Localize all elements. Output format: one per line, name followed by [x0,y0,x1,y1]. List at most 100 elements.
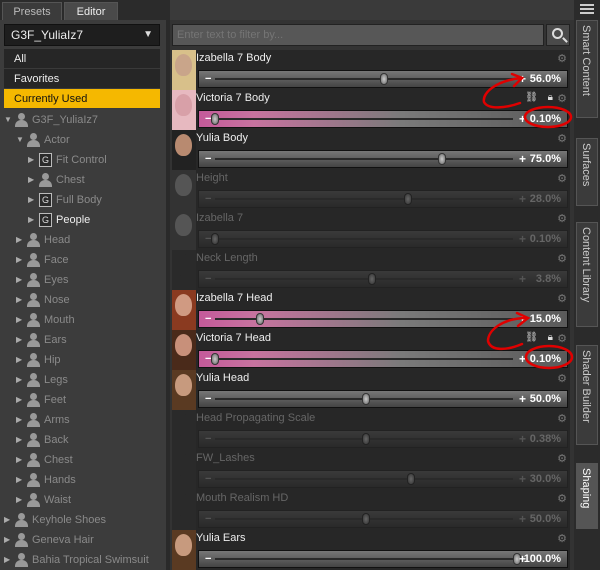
increment-button[interactable]: + [519,352,526,366]
chevron-right-icon[interactable]: ▶ [16,450,26,470]
decrement-button[interactable]: − [205,73,211,85]
tree-item[interactable]: ▶ Chest [0,170,166,190]
gear-icon[interactable]: ⚙ [557,492,567,505]
property-slider[interactable]: − +15.0% [198,310,568,328]
figure-selector[interactable]: G3F_YuliaIz7 ▼ [4,24,160,46]
increment-button[interactable]: + [519,312,526,326]
increment-button[interactable]: + [519,112,526,126]
property-slider[interactable]: − +100.0% [198,550,568,568]
gear-icon[interactable]: ⚙ [557,172,567,185]
property-slider[interactable]: − +0.10% [198,110,568,128]
tree-item[interactable]: ▶ Keyhole Shoes [0,510,166,530]
slider-knob[interactable] [380,73,389,85]
chevron-right-icon[interactable]: ▶ [16,290,26,310]
chevron-right-icon[interactable]: ▶ [16,410,26,430]
property-value[interactable]: 0.10% [530,233,561,245]
slider-knob[interactable] [407,473,416,485]
tree-item[interactable]: ▶ Hands [0,470,166,490]
filter-search-input[interactable] [172,24,544,46]
chevron-right-icon[interactable]: ▶ [28,210,38,230]
gear-icon[interactable]: ⚙ [557,452,567,465]
chevron-right-icon[interactable]: ▶ [16,250,26,270]
decrement-button[interactable]: − [205,153,211,165]
property-value[interactable]: 3.8% [536,273,561,285]
property-slider[interactable]: − +0.10% [198,350,568,368]
slider-knob[interactable] [211,113,219,125]
slider-knob[interactable] [256,313,265,325]
property-value[interactable]: 75.0% [530,153,561,165]
increment-button[interactable]: + [519,512,526,526]
tree-item[interactable]: ▶ Feet [0,390,166,410]
chevron-right-icon[interactable]: ▶ [28,190,38,210]
chevron-right-icon[interactable]: ▶ [16,470,26,490]
chevron-down-icon[interactable]: ▼ [16,130,26,150]
increment-button[interactable]: + [519,232,526,246]
increment-button[interactable]: + [519,192,526,206]
tree-item[interactable]: ▶ Legs [0,370,166,390]
slider-knob[interactable] [404,193,413,205]
tab-presets[interactable]: Presets [2,2,62,20]
filter-currently-used[interactable]: Currently Used [4,89,160,109]
property-value[interactable]: 0.38% [530,433,561,445]
slider-knob[interactable] [362,393,370,405]
increment-button[interactable]: + [519,72,526,86]
tree-item[interactable]: ▶ Arms [0,410,166,430]
tab-content-library[interactable]: Content Library [576,222,598,327]
property-slider[interactable]: − +28.0% [198,190,568,208]
slider-track[interactable] [215,78,513,80]
decrement-button[interactable]: − [205,393,211,405]
slider-knob[interactable] [211,233,219,245]
decrement-button[interactable]: − [205,313,211,325]
tab-surfaces[interactable]: Surfaces [576,138,598,206]
gear-icon[interactable]: ⚙ [557,332,567,345]
link-icon[interactable]: ⛓ [525,332,538,343]
tree-item[interactable]: ▼ G3F_YuliaIz7 [0,110,166,130]
tree-item[interactable]: ▶ Mouth [0,310,166,330]
chevron-down-icon[interactable]: ▼ [4,110,14,130]
slider-track[interactable] [215,558,513,560]
slider-track[interactable] [215,238,513,240]
tree-item[interactable]: ▶ G People [0,210,166,230]
decrement-button[interactable]: − [205,273,211,285]
tree-item[interactable]: ▶ Face [0,250,166,270]
slider-knob[interactable] [368,273,377,285]
filter-favorites[interactable]: Favorites [4,69,160,89]
search-button[interactable] [546,24,570,46]
property-slider[interactable]: − +30.0% [198,470,568,488]
chevron-right-icon[interactable]: ▶ [28,170,38,190]
increment-button[interactable]: + [519,392,526,406]
property-slider[interactable]: − +75.0% [198,150,568,168]
increment-button[interactable]: + [519,272,526,286]
gear-icon[interactable]: ⚙ [557,292,567,305]
menu-icon[interactable] [576,2,598,16]
decrement-button[interactable]: − [205,193,211,205]
tree-item[interactable]: ▶ Geneva Hair [0,530,166,550]
property-value[interactable]: 15.0% [530,313,561,325]
property-value[interactable]: 50.0% [530,393,561,405]
slider-track[interactable] [215,198,513,200]
slider-track[interactable] [215,478,513,480]
tree-item[interactable]: ▶ Nose [0,290,166,310]
gear-icon[interactable]: ⚙ [557,372,567,385]
decrement-button[interactable]: − [205,513,211,525]
tab-shader-builder[interactable]: Shader Builder [576,345,598,445]
tab-editor[interactable]: Editor [64,2,118,20]
property-value[interactable]: 56.0% [530,73,561,85]
property-slider[interactable]: − +50.0% [198,390,568,408]
tree-item[interactable]: ▶ Ears [0,330,166,350]
chevron-right-icon[interactable]: ▶ [4,510,14,530]
property-slider[interactable]: − +50.0% [198,510,568,528]
property-value[interactable]: 0.10% [530,113,561,125]
link-icon[interactable]: ⛓ [525,92,538,103]
tree-item[interactable]: ▶ Hip [0,350,166,370]
chevron-right-icon[interactable]: ▶ [16,390,26,410]
chevron-right-icon[interactable]: ▶ [4,530,14,550]
tree-item[interactable]: ▶ Head [0,230,166,250]
slider-track[interactable] [215,358,513,360]
increment-button[interactable]: + [519,472,526,486]
property-slider[interactable]: − +0.38% [198,430,568,448]
property-slider[interactable]: − +3.8% [198,270,568,288]
increment-button[interactable]: + [519,432,526,446]
lock-icon[interactable]: 🔒︎ [548,92,553,103]
gear-icon[interactable]: ⚙ [557,52,567,65]
